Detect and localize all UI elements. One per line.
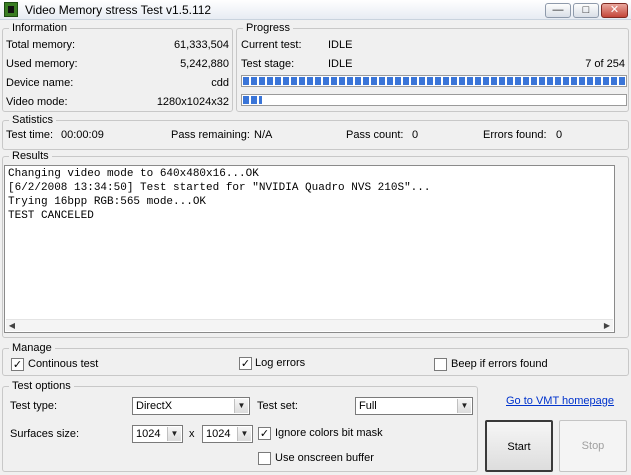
results-line: TEST CANCELED	[8, 210, 94, 222]
stop-button[interactable]: Stop	[559, 420, 627, 472]
times-label: x	[189, 428, 195, 440]
ignore-colors-checkbox[interactable]: ✓	[258, 427, 271, 440]
used-memory-value: 5,242,880	[180, 58, 229, 70]
errors-found-value: 0	[556, 129, 563, 141]
test-set-label: Test set:	[257, 400, 298, 412]
test-type-label: Test type:	[10, 400, 58, 412]
results-legend: Results	[9, 150, 52, 162]
onscreen-buffer-checkbox[interactable]	[258, 452, 271, 465]
information-group: Information Total memory: 61,333,504 Use…	[2, 22, 233, 112]
chevron-down-icon[interactable]: ▼	[167, 427, 181, 441]
chevron-down-icon[interactable]: ▼	[234, 399, 248, 413]
test-set-select[interactable]: Full ▼	[355, 397, 473, 415]
used-memory-label: Used memory:	[6, 58, 78, 70]
app-icon	[4, 2, 18, 17]
test-time-value: 00:00:09	[61, 129, 104, 141]
test-stage-label: Test stage:	[241, 58, 295, 70]
progress-legend: Progress	[243, 22, 294, 34]
chevron-down-icon[interactable]: ▼	[457, 399, 471, 413]
minimize-button[interactable]: —	[545, 3, 571, 18]
device-name-value: cdd	[211, 77, 229, 89]
pass-remaining-label: Pass remaining:	[171, 129, 250, 141]
stage-progress-fill	[243, 77, 625, 85]
errors-found-label: Errors found:	[483, 129, 547, 141]
start-button[interactable]: Start	[485, 420, 553, 472]
maximize-button[interactable]: □	[573, 3, 599, 18]
results-line: [6/2/2008 13:34:50] Test started for "NV…	[8, 182, 431, 194]
total-memory-value: 61,333,504	[173, 39, 229, 51]
test-options-group: Test options Test type: DirectX ▼ Test s…	[2, 380, 478, 472]
sub-progress-fill	[243, 96, 263, 104]
sub-progress-bar	[241, 94, 627, 106]
pass-count-label: Pass count:	[346, 129, 404, 141]
results-text: Changing video mode to 640x480x16...OK […	[8, 167, 430, 223]
ignore-colors-label[interactable]: Ignore colors bit mask	[275, 427, 383, 439]
video-mode-value: 1280x1024x32	[156, 96, 229, 108]
continous-test-checkbox[interactable]: ✓	[11, 358, 24, 371]
scroll-left-icon[interactable]: ◀	[6, 320, 18, 331]
horizontal-scrollbar[interactable]: ◀ ▶	[6, 319, 613, 331]
scroll-right-icon[interactable]: ▶	[601, 320, 613, 331]
pass-remaining-value: N/A	[254, 129, 273, 141]
test-type-value: DirectX	[136, 400, 173, 412]
total-memory-label: Total memory:	[6, 39, 76, 51]
results-line: Trying 16bpp RGB:565 mode...OK	[8, 196, 207, 208]
test-set-value: Full	[359, 400, 377, 412]
current-test-label: Current test:	[241, 39, 302, 51]
surface-width-select[interactable]: 1024 ▼	[132, 425, 183, 443]
title-bar: Video Memory stress Test v1.5.112 — □ ✕	[0, 0, 631, 20]
stage-count: 7 of 254	[585, 58, 625, 70]
vmt-homepage-link[interactable]: Go to VMT homepage	[506, 395, 614, 407]
progress-group: Progress Current test: IDLE Test stage: …	[236, 22, 629, 112]
beep-errors-checkbox[interactable]	[434, 358, 447, 371]
manage-legend: Manage	[9, 342, 55, 354]
test-stage-value: IDLE	[328, 58, 353, 70]
log-errors-label[interactable]: Log errors	[255, 357, 305, 369]
surface-height-select[interactable]: 1024 ▼	[202, 425, 253, 443]
test-time-label: Test time:	[6, 129, 54, 141]
statistics-group: Satistics Test time: 00:00:09 Pass remai…	[2, 114, 629, 150]
continous-test-label[interactable]: Continous test	[28, 358, 98, 370]
window-title: Video Memory stress Test v1.5.112	[25, 3, 212, 17]
results-line: Changing video mode to 640x480x16...OK	[8, 168, 259, 180]
manage-group: Manage ✓ Continous test ✓ Log errors Bee…	[2, 342, 629, 376]
results-log[interactable]: Changing video mode to 640x480x16...OK […	[4, 165, 615, 333]
beep-errors-label[interactable]: Beep if errors found	[451, 358, 548, 370]
device-name-label: Device name:	[6, 77, 74, 89]
log-errors-checkbox[interactable]: ✓	[239, 357, 252, 370]
close-button[interactable]: ✕	[601, 3, 628, 18]
onscreen-buffer-label[interactable]: Use onscreen buffer	[275, 452, 374, 464]
pass-count-value: 0	[412, 129, 419, 141]
stage-progress-bar	[241, 75, 627, 87]
surfaces-size-label: Surfaces size:	[10, 428, 80, 440]
chevron-down-icon[interactable]: ▼	[237, 427, 251, 441]
surface-height-value: 1024	[206, 428, 231, 440]
test-options-legend: Test options	[9, 380, 74, 392]
statistics-legend: Satistics	[9, 114, 56, 126]
test-type-select[interactable]: DirectX ▼	[132, 397, 250, 415]
surface-width-value: 1024	[136, 428, 161, 440]
current-test-value: IDLE	[328, 39, 353, 51]
information-legend: Information	[9, 22, 71, 34]
video-mode-label: Video mode:	[6, 96, 68, 108]
